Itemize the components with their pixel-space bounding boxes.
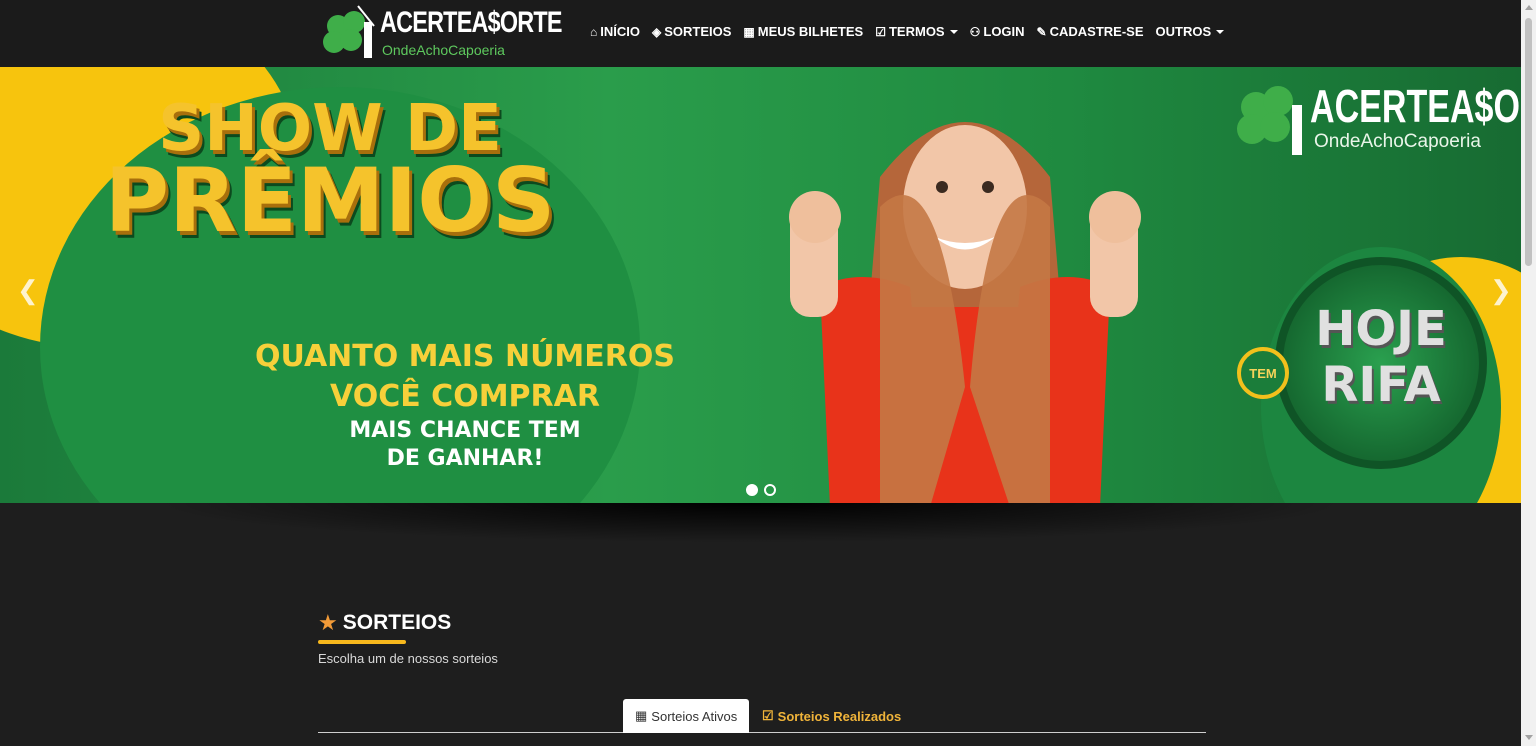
banner-logo-title: ACERTEA$ORTE (1310, 80, 1521, 132)
tab-label: Sorteios Realizados (777, 708, 902, 724)
promo-line: QUANTO MAIS NÚMEROS (255, 339, 675, 374)
carousel-dot[interactable] (746, 484, 758, 496)
tab-sorteios-realizados[interactable]: ☑ Sorteios Realizados (750, 699, 913, 733)
tem-badge: TEM (1237, 347, 1289, 399)
nav-label: LOGIN (983, 24, 1025, 39)
user-icon: ⚇ (969, 24, 981, 39)
banner-shadow (150, 503, 1350, 543)
hero-carousel[interactable]: SHOW DE PRÊMIOS QUANTO MAIS NÚMEROS VOCÊ… (0, 67, 1521, 503)
section-underline (318, 640, 406, 644)
banner-headline: SHOW DE PRÊMIOS (60, 97, 600, 245)
section-title: SORTEIOS (342, 611, 452, 634)
nav-label: MEUS BILHETES (757, 24, 864, 39)
nav-label: INÍCIO (600, 24, 640, 39)
nav-item-inicio[interactable]: ⌂ INÍCIO (590, 24, 640, 39)
promo-line: VOCÊ COMPRAR (330, 379, 600, 414)
nav-item-cadastre-se[interactable]: ✎ CADASTRE-SE (1037, 24, 1144, 39)
nav-item-meus-bilhetes[interactable]: ▦ MEUS BILHETES (743, 24, 863, 39)
check-square-icon: ☑ (762, 708, 774, 723)
page-scrollbar[interactable] (1521, 0, 1536, 746)
chevron-down-icon (949, 29, 958, 34)
edit-icon: ✎ (1036, 24, 1047, 39)
star-icon: ★ (318, 610, 338, 635)
tab-label: Sorteios Ativos (651, 708, 738, 724)
celebrating-woman-image (789, 122, 1141, 503)
nav-label: TERMOS (888, 24, 945, 39)
ticket-icon: ◈ (651, 24, 662, 39)
clover-icon (1237, 86, 1302, 155)
nav-item-outros[interactable]: OUTROS (1156, 24, 1225, 39)
banner-logo-sub: OndeAchoCapoeria (1314, 131, 1481, 152)
promo-line: MAIS CHANCE TEM (349, 418, 581, 443)
banner-logo: ACERTEA$ORTE OndeAchoCapoeria (1230, 77, 1521, 157)
brand-logo[interactable]: ACERTEA$ORTE OndeAchoCapoeria (318, 4, 563, 62)
home-icon: ⌂ (590, 24, 598, 39)
clover-icon (323, 5, 375, 58)
promo-line: DE GANHAR! (386, 446, 544, 471)
check-square-icon: ☑ (875, 24, 886, 39)
carousel-next-icon[interactable]: ❯ (1490, 275, 1512, 306)
chevron-down-icon (1216, 29, 1225, 34)
nav-item-login[interactable]: ⚇ LOGIN (970, 24, 1025, 39)
tab-sorteios-ativos[interactable]: ▦ Sorteios Ativos (623, 699, 749, 733)
nav-label: OUTROS (1155, 24, 1212, 39)
nav-item-termos[interactable]: ☑ TERMOS (875, 24, 958, 39)
grid-icon: ▦ (635, 708, 648, 723)
scrollbar-thumb[interactable] (1525, 18, 1532, 266)
carousel-dot[interactable] (764, 484, 776, 496)
badge-line: RIFA (1321, 357, 1441, 413)
top-navbar: ACERTEA$ORTE OndeAchoCapoeria ⌂ INÍCIO ◈… (0, 0, 1521, 67)
sorteios-tabs: ▦ Sorteios Ativos ☑ Sorteios Realizados (318, 699, 1206, 733)
main-nav: ⌂ INÍCIO ◈ SORTEIOS ▦ MEUS BILHETES ☑ TE… (590, 24, 1225, 39)
nav-label: SORTEIOS (664, 24, 732, 39)
scroll-up-icon[interactable] (1525, 5, 1533, 10)
headline-line: PRÊMIOS (104, 149, 556, 252)
nav-item-sorteios[interactable]: ◈ SORTEIOS (652, 24, 731, 39)
section-header: ★ SORTEIOS (318, 611, 451, 635)
carousel-prev-icon[interactable]: ❮ (17, 275, 39, 306)
scroll-down-icon[interactable] (1525, 735, 1533, 740)
grid-icon: ▦ (743, 24, 755, 39)
section-subtitle: Escolha um de nossos sorteios (318, 651, 498, 666)
brand-tagline: OndeAchoCapoeria (382, 42, 505, 58)
badge-line: HOJE (1315, 301, 1447, 357)
nav-label: CADASTRE-SE (1049, 24, 1144, 39)
banner-promo-text: QUANTO MAIS NÚMEROS VOCÊ COMPRAR MAIS CH… (230, 337, 700, 473)
carousel-indicators (746, 484, 776, 496)
rifa-badge: HOJE RIFA (1275, 257, 1487, 469)
brand-name: ACERTEA$ORTE (380, 6, 563, 39)
